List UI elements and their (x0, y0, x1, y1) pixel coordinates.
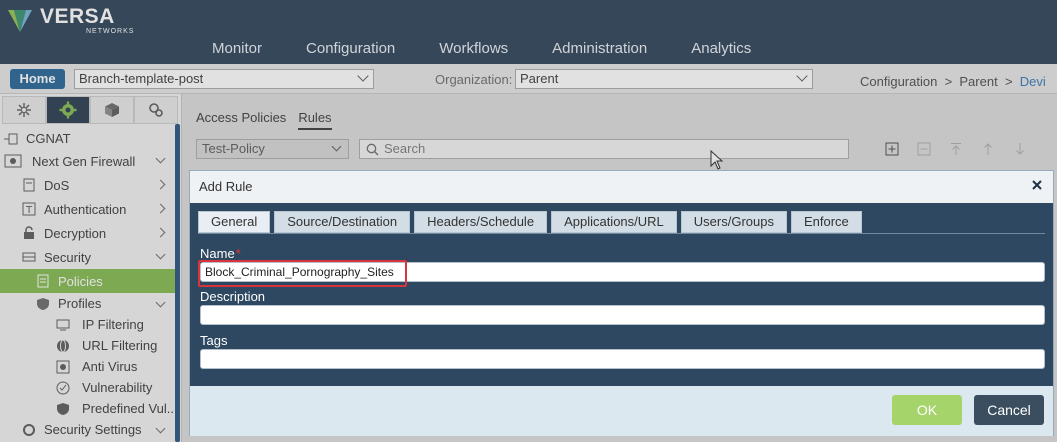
description-field[interactable] (200, 305, 1045, 325)
dialog-header: Add Rule (190, 171, 1053, 203)
dialog-footer: OK Cancel (190, 386, 1053, 436)
name-label: Name* (200, 246, 241, 261)
cancel-button[interactable]: Cancel (974, 395, 1044, 425)
tab-divider (198, 233, 1045, 234)
tab-headers-schedule[interactable]: Headers/Schedule (414, 211, 548, 233)
tab-users-groups[interactable]: Users/Groups (680, 211, 787, 233)
tags-field[interactable] (200, 349, 1045, 369)
name-field-highlight (198, 260, 407, 287)
tab-enforce[interactable]: Enforce (790, 211, 862, 233)
dialog-title: Add Rule (199, 179, 253, 194)
ok-button[interactable]: OK (892, 395, 962, 425)
description-label: Description (200, 289, 266, 304)
dialog-tabs: General Source/Destination Headers/Sched… (198, 211, 866, 233)
tab-source-destination[interactable]: Source/Destination (274, 211, 411, 233)
tab-applications-url[interactable]: Applications/URL (551, 211, 677, 233)
close-icon[interactable] (1029, 177, 1045, 193)
tab-general[interactable]: General (198, 211, 271, 233)
name-label-text: Name (200, 246, 235, 261)
tags-label: Tags (200, 333, 228, 348)
add-rule-dialog: Add Rule General Source/Destination Head… (189, 170, 1054, 436)
required-marker: * (235, 246, 241, 261)
